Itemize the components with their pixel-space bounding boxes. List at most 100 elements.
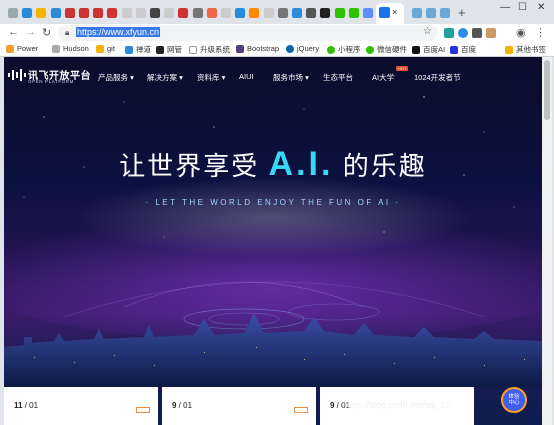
tab-favicon-icon[interactable] [235, 7, 246, 19]
extension-icon[interactable] [444, 28, 454, 38]
tab-favicon-icon[interactable] [107, 7, 118, 19]
tab-favicon-icon[interactable] [291, 7, 303, 19]
tab-favicon-icon[interactable] [50, 7, 61, 19]
maximize-icon[interactable]: ☐ [518, 2, 527, 13]
tab-favicon-icon[interactable] [93, 7, 104, 19]
hero-title: 让世界享受 A.I. 的乐趣 [119, 145, 427, 183]
tab-favicon-icon[interactable] [306, 7, 317, 19]
tab-favicon-icon[interactable] [425, 7, 437, 19]
bookmark-icon [6, 44, 14, 53]
hot-badge: HOT [396, 66, 409, 71]
nav-ai-university[interactable]: AI大学 [372, 72, 394, 83]
tab-strip: × + — ☐ ✕ [0, 0, 554, 24]
bookmark-item[interactable]: 小程序 [327, 44, 361, 55]
extension-icon[interactable] [458, 28, 468, 38]
card-tag-icon [136, 407, 150, 413]
iflytek-logo-icon[interactable] [8, 69, 26, 81]
chevron-down-icon: ▾ [305, 73, 309, 82]
tab-favicon-icon[interactable] [348, 7, 359, 19]
bootstrap-icon [236, 44, 244, 53]
reload-icon[interactable]: ↻ [42, 26, 51, 39]
nav-solutions[interactable]: 解决方案 ▾ [147, 72, 183, 83]
profile-icon[interactable]: ◉ [516, 26, 526, 39]
bookmark-item[interactable]: jQuery [286, 44, 319, 53]
bookmark-item[interactable]: 网管 [156, 44, 182, 55]
tab-favicon-icon[interactable] [220, 7, 232, 19]
baidu-ai-icon [412, 45, 420, 54]
bookmark-item[interactable]: git [96, 44, 115, 53]
tab-favicon-icon[interactable] [277, 7, 288, 19]
nav-ecosystem[interactable]: 生态平台 [323, 72, 353, 83]
watermark: https://blog.csdn.net/qq_37 [342, 400, 451, 410]
active-tab[interactable]: × [376, 3, 404, 24]
scrollbar-thumb[interactable] [544, 60, 550, 120]
nav-library[interactable]: 资料库 ▾ [197, 72, 225, 83]
close-window-icon[interactable]: ✕ [537, 2, 545, 13]
bookmark-icon [125, 45, 133, 54]
tab-favicon-icon[interactable] [7, 7, 19, 19]
tab-favicon-icon[interactable] [64, 7, 75, 19]
tab-favicon-icon[interactable] [362, 7, 374, 19]
tab-favicon-icon[interactable] [121, 7, 132, 19]
tab-favicon-icon[interactable] [149, 7, 161, 19]
news-card[interactable]: 11 / 01 [4, 387, 158, 425]
tab-favicon-icon[interactable] [411, 7, 423, 19]
bookmark-item[interactable]: 禅道 [125, 44, 151, 55]
bookmark-star-icon[interactable]: ☆ [423, 26, 432, 37]
tab-favicon-icon[interactable] [36, 7, 47, 19]
lock-icon: 🔒︎ [65, 28, 70, 37]
dot-icon: · [145, 198, 151, 207]
bookmarks-bar: Power Hudson git 禅道 网管 升级系统 Bootstrap jQ… [0, 42, 554, 57]
tab-favicon-icon[interactable] [22, 7, 33, 19]
nav-dev-festival[interactable]: 1024开发者节 [414, 72, 461, 83]
bookmark-item[interactable]: 百度 [450, 44, 476, 55]
nav-products[interactable]: 产品服务 ▾ [98, 72, 134, 83]
tab-favicon-icon[interactable] [334, 7, 345, 19]
tab-favicon-icon[interactable] [263, 7, 274, 19]
card-date: 11 / 01 [14, 401, 39, 410]
address-bar[interactable]: 🔒︎ https://www.xfyun.cn ☆ [58, 25, 438, 41]
menu-icon[interactable]: ⋮ [535, 26, 546, 39]
tab-favicon-icon[interactable] [78, 7, 90, 19]
bookmark-item[interactable]: Power [6, 44, 38, 53]
tab-favicon-icon[interactable] [178, 7, 189, 19]
baidu-icon [450, 45, 458, 54]
nav-aiui[interactable]: AIUI [239, 72, 254, 81]
bookmark-item[interactable]: Hudson [52, 44, 89, 53]
hero-subtitle: · LET THE WORLD ENJOY THE FUN OF AI · [145, 198, 401, 207]
logo-subtitle: OPEN PLATFORM [28, 79, 74, 84]
page-viewport: 讯飞开放平台 OPEN PLATFORM 产品服务 ▾ 解决方案 ▾ 资料库 ▾… [4, 57, 542, 425]
extension-icon[interactable] [486, 28, 496, 38]
tab-favicon-icon[interactable] [192, 7, 203, 19]
folder-icon [505, 45, 513, 54]
chevron-down-icon: ▾ [221, 73, 226, 82]
folder-icon [96, 44, 104, 53]
new-tab-button[interactable]: + [458, 5, 466, 20]
nav-market[interactable]: 服务市场 ▾ [273, 72, 309, 83]
bookmark-item[interactable]: 百度AI [412, 44, 445, 55]
minimize-icon[interactable]: — [500, 2, 510, 13]
forward-icon[interactable]: → [25, 26, 36, 38]
back-icon[interactable]: ← [8, 26, 19, 38]
extension-icon[interactable] [472, 28, 482, 38]
chevron-down-icon: ▾ [179, 73, 183, 82]
tab-close-icon[interactable]: × [392, 7, 397, 17]
card-date: 9 / 01 [172, 401, 193, 410]
address-url[interactable]: https://www.xfyun.cn [76, 27, 161, 37]
browser-toolbar: ← → ↻ 🔒︎ https://www.xfyun.cn ☆ ◉ ⋮ [0, 24, 554, 42]
wechat-icon [327, 45, 335, 54]
tab-favicon-icon[interactable] [164, 7, 175, 19]
page-icon [189, 45, 197, 54]
bookmark-item[interactable]: Bootstrap [236, 44, 279, 53]
tab-favicon-icon[interactable] [320, 7, 331, 19]
bookmark-item[interactable]: 微信硬件 [366, 44, 407, 55]
tab-favicon-icon[interactable] [135, 7, 146, 19]
chevron-down-icon: ▾ [130, 73, 134, 82]
tab-favicon-icon[interactable] [439, 7, 451, 19]
other-bookmarks[interactable]: 其他书签 [505, 44, 546, 55]
bookmark-item[interactable]: 升级系统 [189, 44, 230, 55]
news-card[interactable]: 9 / 01 [162, 387, 316, 425]
experience-center-button[interactable]: 体验 中心 [501, 387, 527, 413]
tab-favicon-icon[interactable] [249, 7, 260, 19]
tab-favicon-icon[interactable] [206, 7, 217, 19]
